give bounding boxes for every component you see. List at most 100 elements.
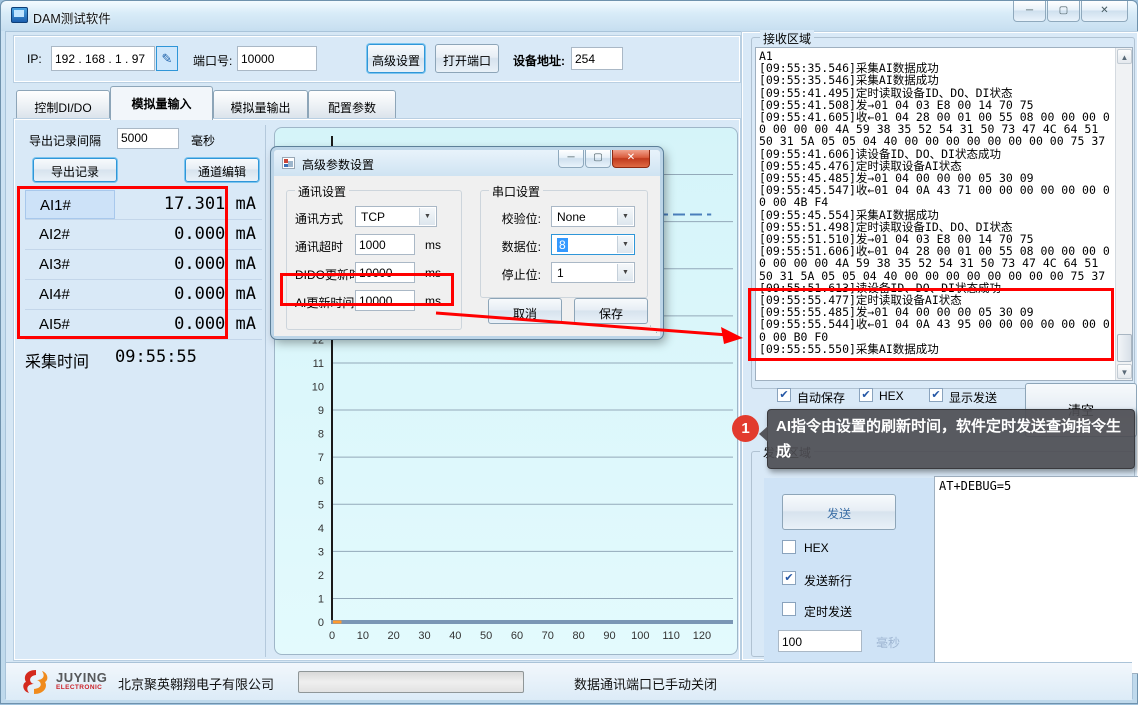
comm-field-input[interactable]: 10000: [355, 290, 415, 311]
port-input[interactable]: 10000: [237, 46, 317, 71]
svg-text:7: 7: [318, 452, 324, 464]
advanced-settings-dialog: 高级参数设置 ─ ▢ ✕ 通讯设置 通讯方式TCP▼通讯超时1000msDIDO…: [271, 147, 663, 339]
save-button[interactable]: 保存: [574, 298, 648, 324]
receive-log-box[interactable]: A1 [09:55:35.546]采集AI数据成功 [09:55:35.546]…: [755, 47, 1133, 381]
svg-text:90: 90: [603, 630, 615, 642]
dialog-maximize-button[interactable]: ▢: [585, 150, 611, 168]
receive-log-text: A1 [09:55:35.546]采集AI数据成功 [09:55:35.546]…: [759, 50, 1112, 378]
channel-name: AI1#: [25, 190, 115, 219]
title-bar[interactable]: DAM测试软件 ─ ▢ ✕: [1, 1, 1137, 31]
svg-text:1: 1: [318, 593, 324, 605]
scroll-up-icon[interactable]: ▲: [1117, 49, 1132, 64]
port-label: 端口号:: [193, 52, 232, 69]
send-hex-checkbox[interactable]: [782, 540, 796, 554]
auto-save-checkbox[interactable]: ✔: [777, 388, 791, 402]
export-interval-input[interactable]: 5000: [117, 128, 179, 149]
device-addr-input[interactable]: 254: [571, 47, 623, 70]
svg-text:120: 120: [693, 630, 711, 642]
serial-select[interactable]: 1▼: [551, 262, 635, 283]
svg-text:0: 0: [329, 630, 335, 642]
svg-text:2: 2: [318, 570, 324, 582]
tooltip: AI指令由设置的刷新时间，软件定时发送查询指令生成: [767, 409, 1135, 469]
cancel-button[interactable]: 取消: [488, 298, 562, 324]
comm-settings-group: 通讯设置 通讯方式TCP▼通讯超时1000msDIDO更新时间10000msAI…: [286, 190, 462, 330]
svg-text:50: 50: [480, 630, 492, 642]
timed-ms-label: 毫秒: [876, 634, 900, 651]
hex-display-label: HEX: [879, 389, 904, 403]
serial-row: 停止位:1▼: [489, 265, 641, 287]
svg-text:10: 10: [357, 630, 369, 642]
show-send-checkbox[interactable]: ✔: [929, 388, 943, 402]
channel-value: 0.000 mA: [115, 280, 262, 309]
channel-edit-button[interactable]: 通道编辑: [185, 158, 259, 182]
comm-row: DIDO更新时间10000ms: [295, 265, 455, 287]
dialog-minimize-button[interactable]: ─: [558, 150, 584, 168]
close-button[interactable]: ✕: [1081, 1, 1128, 22]
tab-1[interactable]: 控制DI/DO: [16, 90, 110, 120]
tab-4[interactable]: 配置参数: [308, 90, 396, 120]
table-row[interactable]: AI1#17.301 mA: [25, 190, 262, 220]
open-port-button[interactable]: 打开端口: [435, 44, 499, 73]
advanced-settings-button[interactable]: 高级设置: [367, 44, 425, 73]
status-bar: JUYING ELECTRONIC 北京聚英翱翔电子有限公司 数据通讯端口已手动…: [6, 662, 1132, 700]
svg-text:40: 40: [449, 630, 461, 642]
scroll-down-icon[interactable]: ▼: [1117, 364, 1132, 379]
comm-group-label: 通讯设置: [295, 183, 349, 200]
edit-ip-pencil-icon[interactable]: ✎: [156, 46, 178, 71]
timed-send-checkbox[interactable]: [782, 602, 796, 616]
receive-scrollbar[interactable]: ▲ ▼: [1115, 48, 1132, 380]
export-records-button[interactable]: 导出记录: [33, 158, 117, 182]
send-button[interactable]: 发送: [782, 494, 896, 530]
send-options-panel: 发送 HEX ✔ 发送新行 定时发送 100 毫秒: [764, 478, 934, 670]
brand-text: JUYING: [56, 670, 107, 685]
svg-text:9: 9: [318, 405, 324, 417]
tab-3[interactable]: 模拟量输出: [213, 90, 308, 120]
dialog-title-bar[interactable]: 高级参数设置 ─ ▢ ✕: [274, 150, 660, 176]
table-row[interactable]: AI2#0.000 mA: [25, 220, 262, 250]
app-icon: [11, 7, 28, 23]
comm-row: AI更新时间10000ms: [295, 293, 455, 315]
juying-logo-icon: [20, 667, 52, 697]
resize-grip[interactable]: ⋱: [649, 324, 658, 335]
tooltip-text: AI指令由设置的刷新时间，软件定时发送查询指令生成: [776, 418, 1121, 460]
dialog-close-button[interactable]: ✕: [612, 150, 650, 168]
table-row[interactable]: AI3#0.000 mA: [25, 250, 262, 280]
table-row[interactable]: AI4#0.000 mA: [25, 280, 262, 310]
serial-select[interactable]: None▼: [551, 206, 635, 227]
serial-select[interactable]: 8▼: [551, 234, 635, 255]
channel-name: AI5#: [25, 310, 115, 339]
channel-name: AI4#: [25, 280, 115, 309]
capture-time-label: 采集时间: [25, 344, 89, 372]
comm-row: 通讯方式TCP▼: [295, 209, 455, 231]
svg-text:3: 3: [318, 546, 324, 558]
timed-interval-input[interactable]: 100: [778, 630, 862, 652]
export-interval-label: 导出记录间隔: [29, 132, 101, 149]
receive-send-panel: 接收区域 A1 [09:55:35.546]采集AI数据成功 [09:55:35…: [742, 32, 1138, 660]
comm-field-input[interactable]: 1000: [355, 234, 415, 255]
tab-2[interactable]: 模拟量输入: [110, 86, 213, 120]
chevron-down-icon[interactable]: ▼: [617, 208, 633, 225]
annotation-badge-1: 1: [732, 415, 759, 442]
comm-field-input[interactable]: 10000: [355, 262, 415, 283]
channel-name: AI3#: [25, 250, 115, 279]
scrollbar-thumb[interactable]: [1117, 334, 1132, 362]
maximize-button[interactable]: ▢: [1047, 1, 1080, 22]
chevron-down-icon[interactable]: ▼: [419, 208, 435, 225]
svg-text:6: 6: [318, 476, 324, 488]
send-newline-checkbox[interactable]: ✔: [782, 571, 796, 585]
svg-text:8: 8: [318, 429, 324, 441]
table-row[interactable]: AI5#0.000 mA: [25, 310, 262, 340]
chevron-down-icon[interactable]: ▼: [617, 264, 633, 281]
svg-text:100: 100: [631, 630, 649, 642]
svg-text:110: 110: [662, 630, 680, 642]
send-content-textarea[interactable]: AT+DEBUG=5: [934, 476, 1138, 674]
svg-text:60: 60: [511, 630, 523, 642]
ip-input[interactable]: 192 . 168 . 1 . 97: [51, 46, 155, 71]
tooltip-arrow-icon: [759, 426, 768, 442]
chevron-down-icon[interactable]: ▼: [617, 236, 633, 253]
comm-mode-select[interactable]: TCP▼: [355, 206, 437, 227]
hex-display-checkbox[interactable]: ✔: [859, 388, 873, 402]
minimize-button[interactable]: ─: [1013, 1, 1046, 22]
channel-value: 0.000 mA: [115, 310, 262, 339]
channel-value: 0.000 mA: [115, 220, 262, 249]
